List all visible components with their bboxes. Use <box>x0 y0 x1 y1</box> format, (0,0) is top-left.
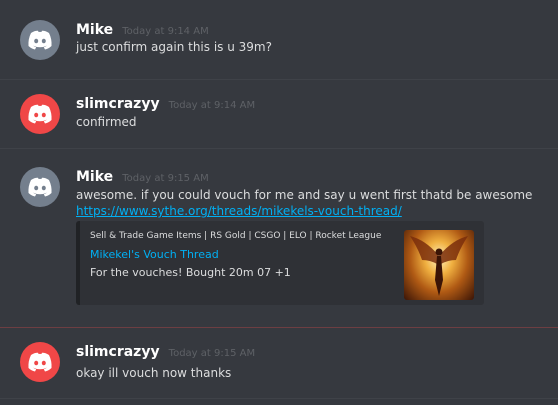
username[interactable]: Mike <box>76 169 113 185</box>
avatar[interactable] <box>20 342 60 382</box>
message-header: Mike Today at 9:15 AM <box>76 167 209 188</box>
message-header: slimcrazyy Today at 9:14 AM <box>76 94 255 115</box>
avatar[interactable] <box>20 167 60 207</box>
embed-title-link[interactable]: Mikekel's Vouch Thread <box>90 248 219 261</box>
avatar[interactable] <box>20 20 60 60</box>
message-text: awesome. if you could vouch for me and s… <box>76 188 533 202</box>
new-messages-divider <box>0 327 558 328</box>
message-header: slimcrazyy Today at 9:15 AM <box>76 342 255 363</box>
discord-logo-icon <box>28 104 52 124</box>
thread-link[interactable]: https://www.sythe.org/threads/mikekels-v… <box>76 203 402 219</box>
angel-thumbnail-icon[interactable] <box>404 230 474 300</box>
message-text: okay ill vouch now thanks <box>76 366 232 380</box>
timestamp: Today at 9:14 AM <box>168 100 256 111</box>
timestamp: Today at 9:15 AM <box>168 348 256 359</box>
timestamp: Today at 9:14 AM <box>122 26 209 37</box>
message-divider <box>0 148 558 149</box>
thread-link-text[interactable]: https://www.sythe.org/threads/mikekels-v… <box>76 204 402 218</box>
discord-logo-icon <box>28 352 52 372</box>
timestamp: Today at 9:15 AM <box>122 173 209 184</box>
link-embed: Sell & Trade Game Items | RS Gold | CSGO… <box>76 221 484 305</box>
message-divider <box>0 398 558 399</box>
message-text: confirmed <box>76 115 137 129</box>
message-divider <box>0 79 558 80</box>
embed-description: For the vouches! Bought 20m 07 +1 <box>90 266 291 279</box>
message-text: just confirm again this is u 39m? <box>76 40 272 54</box>
username[interactable]: slimcrazyy <box>76 96 160 112</box>
angel-figure-icon <box>410 236 468 296</box>
message-header: Mike Today at 9:14 AM <box>76 20 209 41</box>
embed-provider: Sell & Trade Game Items | RS Gold | CSGO… <box>90 231 382 241</box>
username[interactable]: Mike <box>76 22 113 38</box>
discord-logo-icon <box>28 30 52 50</box>
username[interactable]: slimcrazyy <box>76 344 160 360</box>
discord-logo-icon <box>28 177 52 197</box>
chat-messages: Mike Today at 9:14 AM just confirm again… <box>0 0 558 405</box>
avatar[interactable] <box>20 94 60 134</box>
